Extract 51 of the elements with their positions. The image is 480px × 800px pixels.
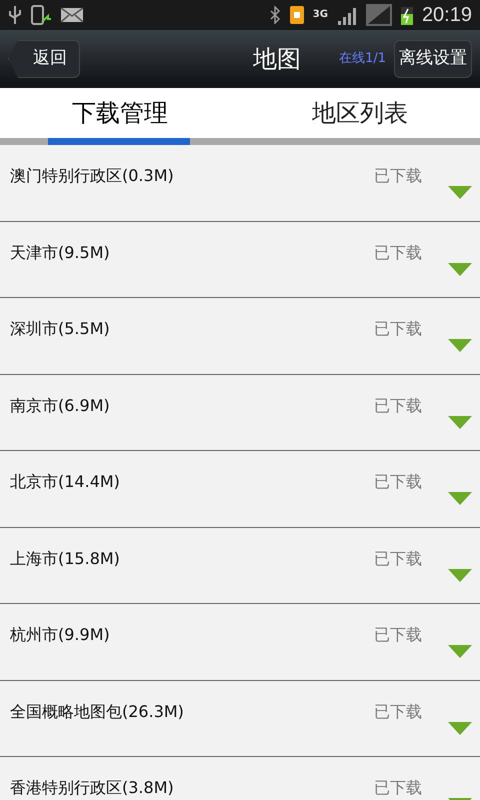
item-name: 全国概略地图包(26.3M) xyxy=(10,700,185,722)
dropdown-icon[interactable] xyxy=(448,492,472,505)
item-name: 南京市(6.9M) xyxy=(10,394,111,416)
status-label: 已下载 xyxy=(374,242,422,264)
signal-icon xyxy=(366,4,392,26)
status-label: 已下载 xyxy=(374,700,422,722)
status-label: 已下载 xyxy=(374,548,422,570)
offline-settings-button[interactable]: 离线设置 xyxy=(394,40,472,78)
screen-title: 地图 xyxy=(253,44,302,75)
phone-icon xyxy=(30,4,52,26)
dropdown-icon[interactable] xyxy=(448,722,472,734)
list-item[interactable]: 北京市(14.4M) 已下载 xyxy=(0,451,480,528)
list-item[interactable]: 南京市(6.9M) 已下载 xyxy=(0,374,480,451)
list-item[interactable]: 上海市(15.8M) 已下载 xyxy=(0,528,480,604)
back-button[interactable]: 返回 xyxy=(8,40,80,78)
dropdown-icon[interactable] xyxy=(448,416,472,428)
list-item[interactable]: 全国概略地图包(26.3M) 已下载 xyxy=(0,680,480,757)
progress-label: 在线1/1 xyxy=(339,50,386,68)
list-item[interactable]: 香港特别行政区(3.8M) 已下载 xyxy=(0,757,480,800)
list-item[interactable]: 杭州市(9.9M) 已下载 xyxy=(0,604,480,680)
item-name: 上海市(15.8M) xyxy=(10,548,121,570)
dropdown-icon[interactable] xyxy=(448,262,472,276)
item-name: 杭州市(9.9M) xyxy=(10,624,111,646)
usb-icon xyxy=(8,5,22,25)
document-icon xyxy=(288,5,305,25)
bluetooth-icon xyxy=(268,6,281,24)
status-label: 已下载 xyxy=(374,777,422,799)
list-item[interactable]: 澳门特别行政区(0.3M) 已下载 xyxy=(0,145,480,222)
mail-icon xyxy=(60,7,84,23)
list-item[interactable]: 天津市(9.5M) 已下载 xyxy=(0,222,480,298)
tab[interactable]: 下载管理 xyxy=(0,88,240,138)
signal-icon xyxy=(336,5,358,25)
item-name: 天津市(9.5M) xyxy=(10,242,111,264)
status-label: 已下载 xyxy=(374,471,422,493)
network-label: 3G xyxy=(312,10,328,20)
dropdown-icon[interactable] xyxy=(448,186,472,199)
dropdown-icon[interactable] xyxy=(448,568,472,582)
dropdown-icon[interactable] xyxy=(448,645,472,658)
status-label: 已下载 xyxy=(374,624,422,646)
tab[interactable]: 地区列表 xyxy=(240,88,480,138)
item-name: 香港特别行政区(3.8M) xyxy=(10,777,175,799)
item-name: 澳门特别行政区(0.3M) xyxy=(10,165,175,187)
status-label: 已下载 xyxy=(374,318,422,340)
dropdown-icon[interactable] xyxy=(448,339,472,352)
status-label: 已下载 xyxy=(374,165,422,187)
battery-icon xyxy=(400,4,414,26)
list-item[interactable]: 深圳市(5.5M) 已下载 xyxy=(0,298,480,374)
clock: 20:19 xyxy=(422,3,472,28)
item-name: 深圳市(5.5M) xyxy=(10,318,111,340)
item-name: 北京市(14.4M) xyxy=(10,471,121,493)
status-label: 已下载 xyxy=(374,394,422,416)
